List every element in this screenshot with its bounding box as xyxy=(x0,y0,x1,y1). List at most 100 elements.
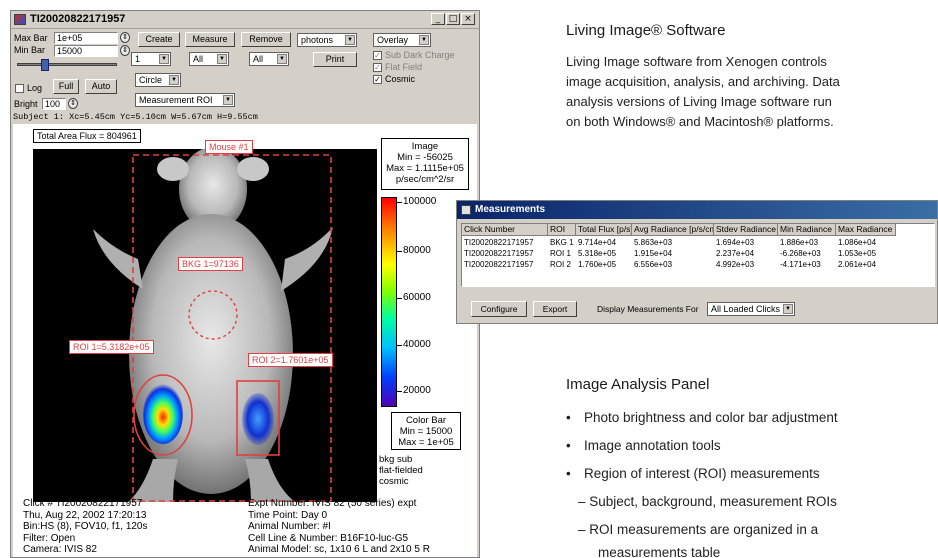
table-cell[interactable]: -6.268e+03 xyxy=(778,248,836,259)
col-header[interactable]: Click Number xyxy=(462,224,548,236)
bullet-text: Image annotation tools xyxy=(584,438,721,453)
tick-mark xyxy=(397,298,402,299)
units-select[interactable]: photons ▼ xyxy=(297,33,357,47)
max-bar-stepper-icon[interactable]: ⇕ xyxy=(120,32,130,43)
auto-button[interactable]: Auto xyxy=(85,79,117,94)
measurements-titlebar[interactable]: Measurements xyxy=(457,201,937,219)
roi2-label[interactable]: ROI 2=1.7601e+05 xyxy=(248,353,333,367)
colorbar-tick: 80000 xyxy=(403,245,431,256)
table-cell[interactable]: -4.171e+03 xyxy=(778,259,836,270)
table-icon xyxy=(461,205,471,215)
minimize-button[interactable]: _ xyxy=(431,13,445,25)
table-cell[interactable]: BKG 1 xyxy=(548,237,576,248)
create-button[interactable]: Create xyxy=(138,32,180,47)
table-cell[interactable]: 5.863e+03 xyxy=(632,237,714,248)
table-cell[interactable]: 1.053e+05 xyxy=(836,248,896,259)
sub-dark-charge-checkbox[interactable]: ✓ xyxy=(373,51,382,60)
col-header[interactable]: Total Flux [p/s] xyxy=(576,224,632,236)
table-cell[interactable]: ROI 2 xyxy=(548,259,576,270)
display-measurements-select[interactable]: All Loaded Clicks ▼ xyxy=(707,302,795,316)
all-select-1[interactable]: All ▼ xyxy=(189,52,229,66)
footer-left-info: Click # TI20020822171957 Thu, Aug 22, 20… xyxy=(23,498,148,556)
chevron-down-icon: ▼ xyxy=(217,54,227,64)
all-select-2[interactable]: All ▼ xyxy=(249,52,289,66)
bullet-dot-icon: • xyxy=(566,466,571,481)
table-cell[interactable]: 1.886e+03 xyxy=(778,237,836,248)
table-cell[interactable]: 1.915e+04 xyxy=(632,248,714,259)
table-cell[interactable]: 1.694e+03 xyxy=(714,237,778,248)
overlay-select-value: Overlay xyxy=(377,35,409,45)
min-bar-input[interactable]: 15000 xyxy=(54,45,118,57)
chevron-down-icon: ▼ xyxy=(277,54,287,64)
living-image-window: TI20020822171957 _ □ × Max Bar 1e+05 ⇕ C… xyxy=(10,10,480,558)
heading-living-image: Living Image® Software xyxy=(566,22,726,39)
image-info-title: Image xyxy=(411,141,439,152)
units-select-value: photons xyxy=(301,35,334,45)
mouse-image[interactable] xyxy=(33,149,377,502)
window-titlebar[interactable]: TI20020822171957 _ □ × xyxy=(11,11,479,29)
table-cell[interactable]: ROI 1 xyxy=(548,248,576,259)
table-cell[interactable]: TI20020822171957 xyxy=(462,259,548,270)
bright-stepper-icon[interactable]: ⇕ xyxy=(68,98,78,109)
table-cell[interactable]: TI20020822171957 xyxy=(462,237,548,248)
bar-slider-track[interactable] xyxy=(17,63,117,66)
bullet-item: • Region of interest (ROI) measurements xyxy=(566,466,820,481)
close-button[interactable]: × xyxy=(461,13,475,25)
footer-line: Filter: Open xyxy=(23,532,76,544)
full-button[interactable]: Full xyxy=(53,79,79,94)
all-select-1-value: All xyxy=(193,54,204,64)
export-button[interactable]: Export xyxy=(533,301,577,317)
roi1-label[interactable]: ROI 1=5.3182e+05 xyxy=(69,340,154,354)
print-button[interactable]: Print xyxy=(313,52,357,67)
log-checkbox[interactable] xyxy=(15,84,24,93)
table-cell[interactable]: 2.061e+04 xyxy=(836,259,896,270)
col-header[interactable]: ROI xyxy=(548,224,576,236)
colorbar-info-max: Max = 1e+05 xyxy=(398,437,454,448)
remove-button[interactable]: Remove xyxy=(241,32,291,47)
paragraph-line: analysis versions of Living Image softwa… xyxy=(566,94,832,109)
table-cell[interactable]: TI20020822171957 xyxy=(462,248,548,259)
min-bar-stepper-icon[interactable]: ⇕ xyxy=(120,45,130,56)
cosmic-label: Cosmic xyxy=(385,74,416,84)
bar-slider-thumb[interactable] xyxy=(41,59,49,71)
shape-select[interactable]: Circle ▼ xyxy=(135,73,181,87)
col-header[interactable]: Min Radiance xyxy=(778,224,836,236)
log-label: Log xyxy=(27,83,43,93)
chevron-down-icon: ▼ xyxy=(169,75,179,85)
bright-input[interactable]: 100 xyxy=(42,98,66,110)
maximize-button[interactable]: □ xyxy=(446,13,460,25)
tick-mark xyxy=(397,202,402,203)
max-bar-label: Max Bar xyxy=(14,33,48,43)
configure-button[interactable]: Configure xyxy=(471,301,527,317)
mouse-image-graphic xyxy=(93,149,333,502)
table-cell[interactable]: 1.086e+04 xyxy=(836,237,896,248)
bkg-roi-label[interactable]: BKG 1=97136 xyxy=(178,257,243,271)
measure-button[interactable]: Measure xyxy=(185,32,235,47)
table-cell[interactable]: 4.992e+03 xyxy=(714,259,778,270)
table-cell[interactable]: 9.714e+04 xyxy=(576,237,632,248)
cosmic-checkbox[interactable]: ✓ xyxy=(373,75,382,84)
measurements-table[interactable]: Click Number ROI Total Flux [p/s] Avg Ra… xyxy=(461,223,935,287)
colorbar-tick: 60000 xyxy=(403,292,431,303)
flat-field-checkbox[interactable]: ✓ xyxy=(373,63,382,72)
paragraph-line: image acquisition, analysis, and archivi… xyxy=(566,74,840,89)
count-select[interactable]: 1 ▼ xyxy=(131,52,171,66)
table-cell[interactable]: 5.318e+05 xyxy=(576,248,632,259)
paragraph-line: on both Windows® and Macintosh® platform… xyxy=(566,114,834,129)
col-header[interactable]: Stdev Radiance xyxy=(714,224,778,236)
roi-type-select[interactable]: Measurement ROI ▼ xyxy=(135,93,235,107)
table-cell[interactable]: 1.760e+05 xyxy=(576,259,632,270)
mouse-roi-label[interactable]: Mouse #1 xyxy=(205,140,253,154)
col-header[interactable]: Avg Radiance [p/s/cm xyxy=(632,224,714,236)
col-header[interactable]: Max Radiance xyxy=(836,224,896,236)
max-bar-input[interactable]: 1e+05 xyxy=(54,32,118,44)
roi-type-select-value: Measurement ROI xyxy=(139,95,213,105)
table-cell[interactable]: 6.556e+03 xyxy=(632,259,714,270)
table-cell[interactable]: 2.237e+04 xyxy=(714,248,778,259)
sub-bullet-item: measurements table xyxy=(598,545,721,558)
bullet-item: • Image annotation tools xyxy=(566,438,721,453)
chevron-down-icon: ▼ xyxy=(159,54,169,64)
color-bar xyxy=(381,197,397,407)
footer-line: Bin:HS (8), FOV10, f1, 120s xyxy=(23,521,148,532)
overlay-select[interactable]: Overlay ▼ xyxy=(373,33,431,47)
